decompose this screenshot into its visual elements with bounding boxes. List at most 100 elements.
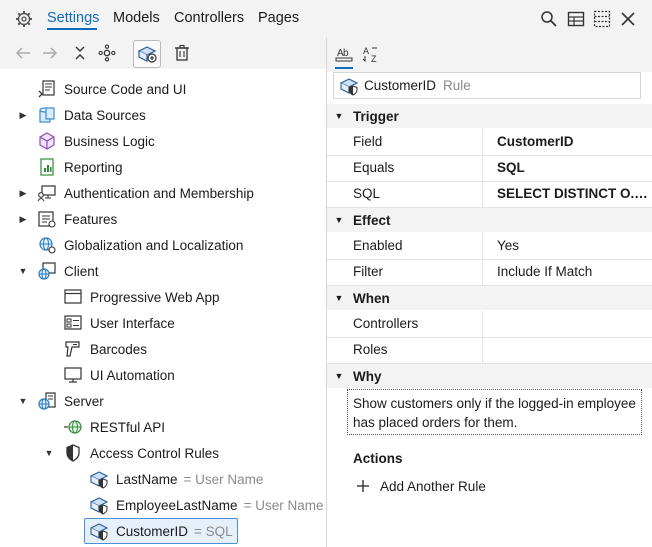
categorized-view-icon[interactable]: Ab [335, 45, 353, 63]
property-value[interactable]: CustomerID [497, 134, 649, 149]
column-separator [482, 129, 483, 155]
tree-item-label: Access Control Rules [90, 445, 220, 461]
selected-object-header: CustomerID Rule [333, 72, 641, 99]
tree-item-ui-automation[interactable]: UI Automation [63, 363, 175, 387]
section-title: When [353, 290, 390, 306]
property-value[interactable]: SELECT DISTINCT O.C... [497, 186, 649, 201]
tree-item-source-code[interactable]: Source Code and UI [37, 77, 186, 101]
hierarchy-icon[interactable] [98, 44, 116, 62]
collapse-arrow-icon[interactable]: ▼ [329, 111, 349, 121]
grid-view-icon[interactable] [567, 10, 585, 28]
collapse-arrow-icon[interactable]: ▼ [17, 395, 29, 407]
column-separator [482, 155, 483, 181]
svg-text:A: A [363, 46, 369, 56]
tree-item-label: Source Code and UI [64, 81, 187, 97]
tree-item-suffix: = User Name [183, 471, 264, 487]
database-icon [37, 105, 57, 125]
property-row-filter[interactable]: Filter Include If Match [327, 259, 652, 286]
tree-item-access-control-rules[interactable]: Access Control Rules [63, 441, 219, 465]
tree-item-authentication[interactable]: Authentication and Membership [37, 181, 254, 205]
tab-models[interactable]: Models [113, 10, 160, 26]
gear-icon[interactable] [15, 10, 33, 28]
expand-arrow-icon[interactable]: ▶ [17, 187, 29, 199]
close-icon[interactable] [619, 10, 637, 28]
tree-item-label: Reporting [64, 159, 123, 175]
section-when[interactable]: ▼ When [327, 286, 652, 310]
tab-settings[interactable]: Settings [47, 10, 99, 26]
property-row-roles[interactable]: Roles [327, 337, 652, 364]
tab-pages[interactable]: Pages [258, 10, 299, 26]
collapse-arrow-icon[interactable]: ▼ [43, 447, 55, 459]
tree-item-rule-customerid[interactable]: CustomerID = SQL [84, 518, 238, 544]
property-name: SQL [353, 186, 381, 201]
tree-item-label: UI Automation [90, 367, 175, 383]
property-row-equals[interactable]: Equals SQL [327, 155, 652, 182]
tree-item-rule-lastname[interactable]: LastName = User Name [89, 467, 263, 491]
add-another-rule-label: Add Another Rule [380, 478, 486, 494]
active-tab-indicator [47, 28, 97, 30]
property-row-field[interactable]: Field CustomerID [327, 129, 652, 156]
tree-item-client[interactable]: Client [37, 259, 99, 283]
search-icon[interactable] [540, 10, 558, 28]
column-separator [482, 181, 483, 207]
tree-item-server[interactable]: Server [37, 389, 104, 413]
form-icon [63, 313, 83, 333]
tree-item-reporting[interactable]: Reporting [37, 155, 123, 179]
sort-az-icon[interactable]: AZ [362, 45, 380, 63]
section-title: Effect [353, 212, 391, 228]
tree-item-data-sources[interactable]: Data Sources [37, 103, 146, 127]
add-rule-icon[interactable] [133, 40, 161, 68]
tree-item-business-logic[interactable]: Business Logic [37, 129, 155, 153]
select-region-icon[interactable] [593, 10, 611, 28]
tree-item-label: User Interface [90, 315, 175, 331]
property-name: Roles [353, 342, 388, 357]
tree-item-globalization[interactable]: Globalization and Localization [37, 233, 243, 257]
why-description-field[interactable]: Show customers only if the logged-in emp… [347, 389, 642, 435]
expand-arrow-icon[interactable]: ▶ [17, 213, 29, 225]
tree-item-barcodes[interactable]: Barcodes [63, 337, 147, 361]
features-icon [37, 209, 57, 229]
svg-text:b: b [343, 48, 349, 59]
window-icon [63, 287, 83, 307]
expand-arrow-icon[interactable]: ▶ [17, 109, 29, 121]
tree-item-pwa[interactable]: Progressive Web App [63, 285, 220, 309]
section-effect[interactable]: ▼ Effect [327, 208, 652, 232]
collapse-arrow-icon[interactable]: ▼ [329, 293, 349, 303]
collapse-all-icon[interactable] [71, 44, 89, 62]
tree-item-features[interactable]: Features [37, 207, 117, 231]
collapse-arrow-icon[interactable]: ▼ [329, 215, 349, 225]
property-value[interactable]: SQL [497, 160, 649, 175]
tree-item-restful-api[interactable]: RESTful API [63, 415, 165, 439]
back-arrow-icon[interactable] [14, 44, 32, 62]
property-value[interactable]: Include If Match [497, 264, 649, 279]
column-separator [482, 259, 483, 285]
delete-icon[interactable] [173, 44, 191, 62]
tree-item-rule-employeelastname[interactable]: EmployeeLastName = User Name [89, 493, 323, 517]
section-why[interactable]: ▼ Why [327, 364, 652, 388]
collapse-arrow-icon[interactable]: ▼ [17, 265, 29, 277]
property-name: Enabled [353, 238, 403, 253]
property-name: Controllers [353, 316, 419, 331]
barcode-scanner-icon [63, 339, 83, 359]
property-row-controllers[interactable]: Controllers [327, 311, 652, 338]
tab-controllers[interactable]: Controllers [174, 10, 244, 26]
property-row-enabled[interactable]: Enabled Yes [327, 233, 652, 260]
tree-item-user-interface[interactable]: User Interface [63, 311, 175, 335]
collapse-arrow-icon[interactable]: ▼ [329, 371, 349, 381]
tree-item-label: Server [64, 393, 104, 409]
rule-icon [89, 469, 109, 489]
forward-arrow-icon[interactable] [41, 44, 59, 62]
section-trigger[interactable]: ▼ Trigger [327, 104, 652, 128]
user-computer-icon [37, 183, 57, 203]
property-row-sql[interactable]: SQL SELECT DISTINCT O.C... [327, 181, 652, 208]
report-icon [37, 157, 57, 177]
server-globe-icon [37, 391, 57, 411]
client-globe-icon [37, 261, 57, 281]
top-menu-bar: Settings Models Controllers Pages [0, 0, 652, 38]
add-another-rule-link[interactable]: Add Another Rule [355, 478, 486, 494]
svg-text:Z: Z [371, 54, 377, 63]
property-name: Field [353, 134, 383, 149]
property-value[interactable]: Yes [497, 238, 649, 253]
section-title: Why [353, 368, 382, 384]
shield-icon [63, 443, 83, 463]
